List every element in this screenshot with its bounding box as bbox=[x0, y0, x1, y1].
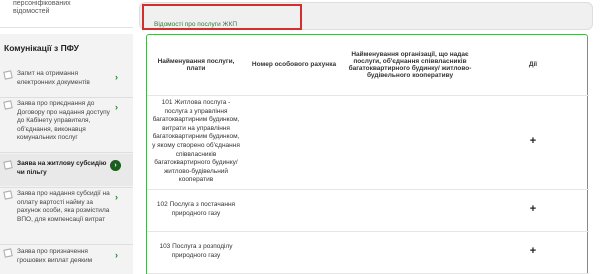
service-name: 102 Послуга з постачання природного газу bbox=[147, 189, 245, 232]
sidebar-item-documents-request[interactable]: Запит на отримання електронних документі… bbox=[0, 70, 133, 96]
organization-name bbox=[343, 95, 477, 190]
divider bbox=[0, 97, 133, 98]
account-number bbox=[245, 231, 343, 274]
sidebar-top-line-2: відомостей bbox=[13, 8, 50, 15]
divider bbox=[0, 152, 133, 153]
plus-icon[interactable]: + bbox=[530, 245, 536, 257]
plus-icon[interactable]: + bbox=[530, 203, 536, 215]
tab-bar: Відомості про послуги ЖКП bbox=[139, 2, 593, 30]
section-title: Комунікації з ПФУ bbox=[4, 43, 79, 53]
account-number bbox=[245, 189, 343, 232]
tab-label: Відомості про послуги ЖКП bbox=[154, 21, 237, 28]
tab-housing-services-info[interactable]: Відомості про послуги ЖКП bbox=[142, 4, 302, 30]
document-icon bbox=[3, 248, 13, 258]
sidebar-item-label: Заява на житлову субсидію чи пільгу bbox=[17, 160, 107, 176]
service-name: 103 Послуга з розподілу природного газу bbox=[147, 231, 245, 274]
plus-icon[interactable]: + bbox=[530, 135, 536, 147]
chevron-right-icon: › bbox=[110, 160, 121, 171]
chevron-right-icon: › bbox=[115, 192, 118, 202]
chevron-right-icon: › bbox=[115, 72, 118, 82]
sidebar-item-label: Заява про надання субсидії на оплату вар… bbox=[17, 190, 110, 223]
services-table-container: Найменування послуги, плати Номер особов… bbox=[146, 34, 589, 274]
document-icon bbox=[3, 100, 13, 110]
table-header-row: Найменування послуги, плати Номер особов… bbox=[147, 35, 589, 96]
header-account: Номер особового рахунка bbox=[245, 35, 343, 96]
table-row: 101 Житлова послуга - послуга з управлін… bbox=[147, 95, 589, 190]
header-actions: Дії bbox=[477, 35, 589, 96]
sidebar-top-line-1: персоніфікованих bbox=[13, 0, 71, 7]
sidebar-top-item[interactable]: персоніфікованих відомостей bbox=[0, 0, 133, 28]
document-icon bbox=[3, 70, 13, 80]
sidebar: персоніфікованих відомостей Комунікації … bbox=[0, 0, 133, 274]
sidebar-item-label: Заява про приєднання до Договору про над… bbox=[17, 100, 110, 141]
chevron-right-icon: › bbox=[115, 250, 118, 260]
service-name: 101 Житлова послуга - послуга з управлін… bbox=[147, 95, 245, 190]
organization-name bbox=[343, 231, 477, 274]
sidebar-item-contract-join[interactable]: Заява про приєднання до Договору про над… bbox=[0, 100, 133, 150]
main-content: Відомості про послуги ЖКП Найменування п… bbox=[133, 0, 600, 274]
document-icon bbox=[3, 190, 13, 200]
sidebar-item-rent-subsidy[interactable]: Заява про надання субсидії на оплату вар… bbox=[0, 190, 133, 240]
sidebar-item-cash-payments[interactable]: Заява про призначення грошових виплат де… bbox=[0, 248, 133, 274]
table-row: 102 Послуга з постачання природного газу… bbox=[147, 189, 589, 232]
sidebar-item-label: Заява про призначення грошових виплат де… bbox=[17, 248, 93, 264]
services-table: Найменування послуги, плати Номер особов… bbox=[147, 35, 589, 274]
sidebar-item-housing-subsidy[interactable]: Заява на житлову субсидію чи пільгу › bbox=[0, 154, 133, 186]
account-number bbox=[245, 95, 343, 190]
header-service: Найменування послуги, плати bbox=[147, 35, 245, 96]
document-icon bbox=[3, 160, 13, 170]
organization-name bbox=[343, 189, 477, 232]
sidebar-item-label: Запит на отримання електронних документі… bbox=[17, 70, 90, 86]
divider bbox=[0, 244, 133, 245]
table-row: 103 Послуга з розподілу природного газу … bbox=[147, 231, 589, 274]
header-organization: Найменування організації, що надає послу… bbox=[343, 35, 477, 96]
divider bbox=[0, 187, 133, 188]
chevron-right-icon: › bbox=[115, 102, 118, 112]
pfu-communications-section: Комунікації з ПФУ Запит на отримання еле… bbox=[0, 34, 133, 274]
